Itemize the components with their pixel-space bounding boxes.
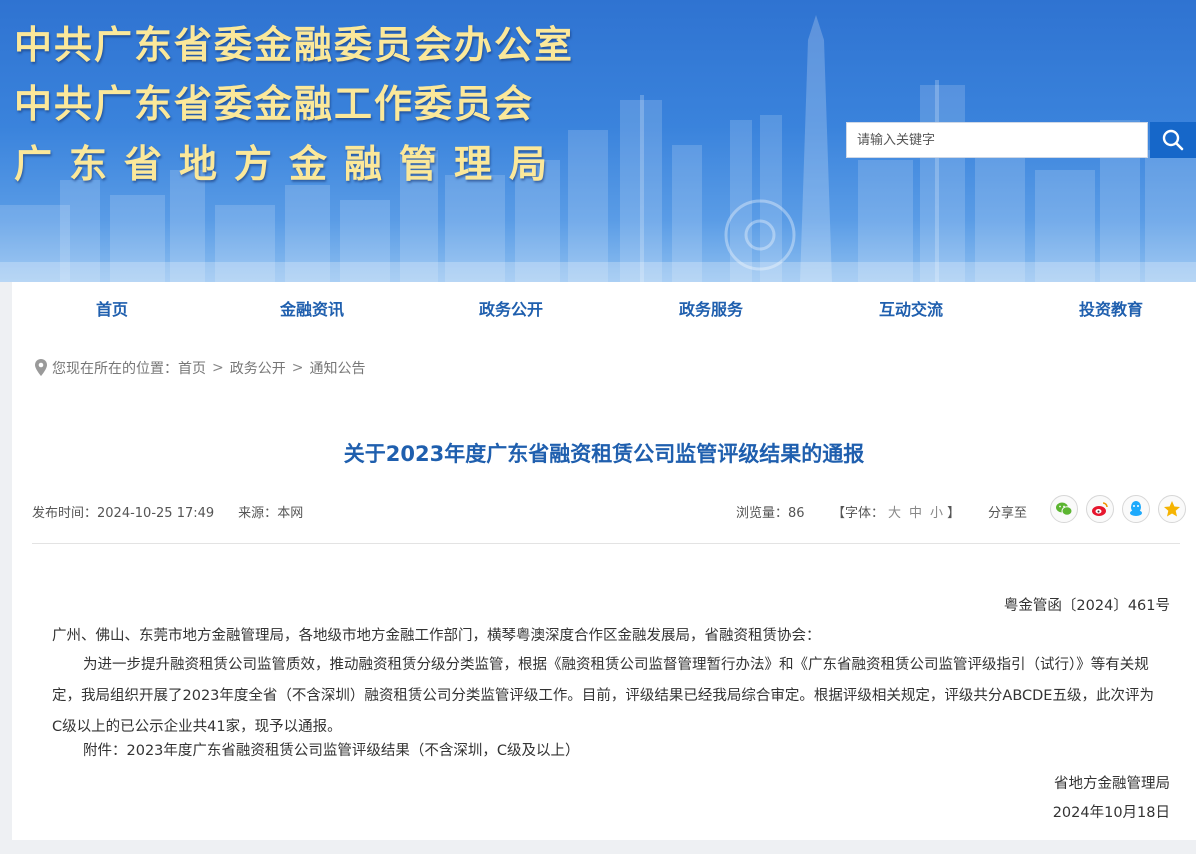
- qq-share-button[interactable]: [1122, 495, 1150, 523]
- breadcrumb-gov-affairs-open[interactable]: 政务公开: [230, 358, 286, 378]
- weibo-icon: [1092, 502, 1108, 516]
- signature-issuer: 省地方金融管理局: [1054, 776, 1170, 792]
- nav-item-home[interactable]: 首页: [96, 296, 128, 320]
- article-panel: 您现在所在的位置： 首页 > 政务公开 > 通知公告 关于2023年度广东省融资…: [12, 332, 1196, 840]
- header-title-line-2: 中共广东省委金融工作委员会: [14, 82, 535, 126]
- wechat-share-button[interactable]: [1050, 495, 1078, 523]
- source: 本网: [277, 506, 304, 521]
- search-button[interactable]: [1150, 122, 1196, 158]
- views-label: 浏览量：: [736, 506, 789, 521]
- breadcrumb-notices[interactable]: 通知公告: [309, 358, 365, 378]
- nav-item-investor-education[interactable]: 投资教育: [1079, 296, 1143, 320]
- nav-item-finance-news[interactable]: 金融资讯: [280, 296, 344, 320]
- nav-item-gov-services[interactable]: 政务服务: [679, 296, 743, 320]
- main-nav: 首页 金融资讯 政务公开 政务服务 互动交流 投资教育: [12, 282, 1196, 332]
- issue-date: 2024年10月18日: [1052, 805, 1170, 821]
- font-size-medium[interactable]: 中: [909, 506, 922, 521]
- meta-divider: [32, 543, 1180, 544]
- header-banner: 中共广东省委金融委员会办公室 中共广东省委金融工作委员会 广东省地方金融管理局: [0, 0, 1196, 282]
- views-value: 86: [788, 506, 805, 521]
- nav-item-gov-affairs-open[interactable]: 政务公开: [479, 296, 543, 320]
- breadcrumb-home[interactable]: 首页: [178, 358, 206, 378]
- article-title: 关于2023年度广东省融资租赁公司监管评级结果的通报: [343, 442, 865, 466]
- font-label-close: 】: [947, 506, 961, 521]
- article-meta: 发布时间：2024-10-25 17:49 来源：本网: [32, 502, 303, 521]
- nav-item-interaction[interactable]: 互动交流: [879, 296, 943, 320]
- share-label: 分享至: [988, 506, 1028, 521]
- publish-time-label: 发布时间：: [32, 506, 98, 521]
- breadcrumb-separator: >: [291, 360, 304, 376]
- breadcrumb-separator: >: [212, 360, 224, 376]
- font-label-open: 【字体：: [832, 506, 885, 521]
- weibo-share-button[interactable]: [1086, 495, 1114, 523]
- publish-time: 2024-10-25 17:49: [97, 506, 215, 521]
- header-title-line-1: 中共广东省委金融委员会办公室: [14, 23, 575, 67]
- location-pin-icon: [35, 359, 47, 376]
- breadcrumb: 您现在所在的位置： 首页 > 政务公开 > 通知公告: [34, 358, 365, 378]
- share-icons: [1050, 495, 1186, 523]
- breadcrumb-prefix: 您现在所在的位置：: [52, 361, 178, 377]
- search-icon: [1162, 129, 1184, 151]
- font-size-large[interactable]: 大: [888, 506, 901, 521]
- salutation: 广州、佛山、东莞市地方金融管理局，各地级市地方金融工作部门，横琴粤澳深度合作区金…: [52, 628, 821, 644]
- attachment-link[interactable]: 附件：2023年度广东省融资租赁公司监管评级结果（不含深圳，C级及以上）: [83, 739, 580, 760]
- qq-icon: [1130, 501, 1142, 516]
- qzone-share-button[interactable]: [1158, 495, 1186, 523]
- body-paragraph: 为进一步提升融资租赁公司监管质效，推动融资租赁分级分类监管，根据《融资租赁公司监…: [52, 657, 1154, 735]
- document-number: 粤金管函〔2024〕461号: [1003, 598, 1170, 614]
- font-size-small[interactable]: 小: [930, 506, 943, 521]
- qzone-icon: [1164, 501, 1180, 517]
- wechat-icon: [1056, 502, 1073, 516]
- search-input[interactable]: [846, 122, 1148, 158]
- font-size-control: 【字体：大中小】: [832, 502, 960, 521]
- source-label: 来源：: [238, 506, 278, 521]
- header-title-line-3: 广东省地方金融管理局: [14, 142, 565, 186]
- view-count: 浏览量：86: [736, 502, 805, 521]
